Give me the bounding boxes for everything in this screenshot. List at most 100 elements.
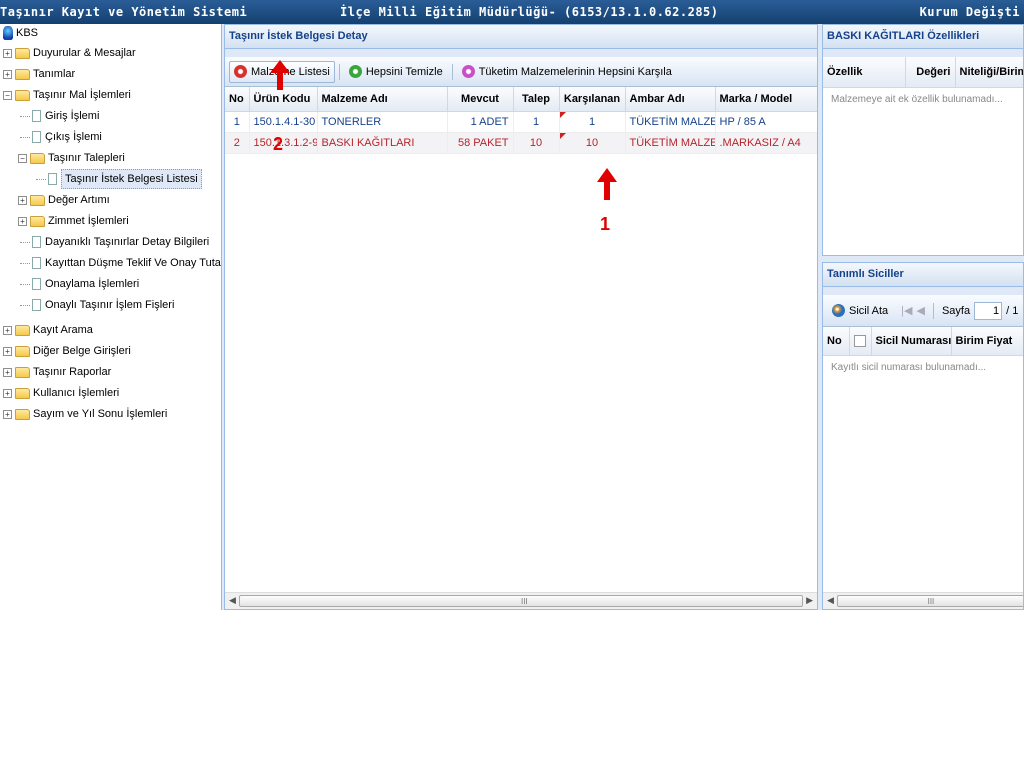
- properties-empty-message: Malzemeye ait ek özellik bulunamadı...: [831, 93, 1003, 105]
- institution-change-link[interactable]: Kurum Değişti: [920, 5, 1020, 19]
- properties-table: Özellik Değeri Niteliği/Birimi: [823, 57, 1023, 88]
- meet-all-consumables-button[interactable]: Tüketim Malzemelerinin Hepsini Karşıla: [457, 61, 677, 83]
- tree-item-dayanikli[interactable]: Dayanıklı Taşınırlar Detay Bilgileri: [20, 233, 209, 251]
- gear-icon: [234, 65, 247, 78]
- expand-icon[interactable]: +: [3, 367, 12, 377]
- scroll-left-icon[interactable]: ◀: [827, 595, 834, 606]
- tree-item-tanimlar[interactable]: + Tanımlar: [3, 65, 75, 83]
- scroll-right-icon[interactable]: ▶: [806, 595, 813, 606]
- properties-panel: BASKI KAĞITLARI Özellikleri Özellik Değe…: [822, 24, 1024, 256]
- tree-item-label: Duyurular & Mesajlar: [33, 47, 136, 59]
- cell-request: 10: [513, 132, 560, 154]
- tree-item-tasinir-talepleri[interactable]: − Taşınır Talepleri: [18, 149, 125, 167]
- scroll-left-icon[interactable]: ◀: [229, 595, 236, 606]
- tree-root-label: KBS: [16, 27, 39, 39]
- page-input[interactable]: [974, 301, 1003, 320]
- top-bar: Taşınır Kayıt ve Yönetim Sistemi İlçe Mi…: [0, 0, 1024, 24]
- material-table: No Ürün Kodu Malzeme Adı Mevcut Talep Ka…: [225, 87, 817, 154]
- tree-item-zimmet[interactable]: + Zimmet İşlemleri: [18, 212, 129, 230]
- folder-icon: [15, 47, 30, 59]
- tree-item-cikis[interactable]: Çıkış İşlemi: [20, 128, 102, 146]
- col-header-unit-price[interactable]: Birim Fiyat: [951, 327, 1023, 356]
- prev-page-icon[interactable]: ◀: [916, 304, 924, 317]
- expand-icon[interactable]: +: [3, 346, 12, 356]
- horizontal-scrollbar[interactable]: ◀ III: [823, 592, 1023, 609]
- folder-icon: [15, 324, 30, 336]
- cell-brand: HP / 85 A: [715, 111, 817, 133]
- col-header-unit[interactable]: Niteliği/Birimi: [955, 57, 1023, 88]
- tree-item-label: Çıkış İşlemi: [45, 131, 102, 143]
- folder-icon: [15, 408, 30, 420]
- collapse-icon[interactable]: −: [3, 90, 12, 100]
- cell-warehouse: TÜKETİM MALZEME...: [625, 132, 716, 154]
- tree-item-label: Zimmet İşlemleri: [48, 215, 129, 227]
- col-header-property[interactable]: Özellik: [823, 57, 906, 88]
- tree-item-istek-belgesi-listesi[interactable]: Taşınır İstek Belgesi Listesi: [36, 169, 202, 189]
- tree-root[interactable]: KBS: [3, 24, 38, 42]
- document-icon: [32, 131, 41, 143]
- col-header-name[interactable]: Malzeme Adı: [317, 87, 448, 112]
- col-header-request[interactable]: Talep: [513, 87, 560, 112]
- navigation-tree: KBS + Duyurular & Mesajlar + Tanımlar − …: [0, 24, 222, 610]
- col-header-no[interactable]: No: [225, 87, 250, 112]
- registry-panel: Tanımlı Siciller Sicil Ata |◀ ◀ Sayfa / …: [822, 262, 1024, 610]
- tree-item-onayli-fisler[interactable]: Onaylı Taşınır İşlem Fişleri: [20, 296, 174, 314]
- app-title: Taşınır Kayıt ve Yönetim Sistemi: [0, 5, 248, 19]
- col-header-warehouse[interactable]: Ambar Adı: [625, 87, 716, 112]
- scrollbar-thumb[interactable]: III: [837, 595, 1023, 607]
- expand-icon[interactable]: +: [3, 48, 12, 58]
- cell-met[interactable]: 1: [559, 111, 626, 133]
- cell-stock: 58 PAKET: [447, 132, 514, 154]
- tree-item-tasinir-mal[interactable]: − Taşınır Mal İşlemleri: [3, 86, 131, 104]
- horizontal-scrollbar[interactable]: ◀ III ▶: [225, 592, 817, 609]
- page-total: / 1: [1006, 304, 1019, 317]
- expand-icon[interactable]: +: [3, 409, 12, 419]
- directorate-title: İlçe Milli Eğitim Müdürlüğü- (6153/13.1.…: [340, 5, 719, 19]
- first-page-icon[interactable]: |◀: [901, 304, 912, 317]
- folder-open-icon: [15, 89, 30, 101]
- tree-item-kayit-arama[interactable]: + Kayıt Arama: [3, 321, 93, 339]
- tree-item-diger-belge[interactable]: + Diğer Belge Girişleri: [3, 342, 131, 360]
- tree-item-raporlar[interactable]: + Taşınır Raporlar: [3, 363, 111, 381]
- assign-registry-button[interactable]: Sicil Ata: [827, 300, 893, 322]
- col-header-value[interactable]: Değeri: [905, 57, 956, 88]
- tree-item-sayim[interactable]: + Sayım ve Yıl Sonu İşlemleri: [3, 405, 167, 423]
- cell-no: 2: [225, 132, 250, 154]
- col-header-registry-number[interactable]: Sicil Numarası: [871, 327, 952, 356]
- folder-icon: [15, 345, 30, 357]
- folder-open-icon: [30, 152, 45, 164]
- annotation-number-two: 2: [273, 134, 284, 154]
- tree-item-kullanici[interactable]: + Kullanıcı İşlemleri: [3, 384, 119, 402]
- tree-item-label: Giriş İşlemi: [45, 110, 100, 122]
- tree-item-deger-artimi[interactable]: + Değer Artımı: [18, 191, 110, 209]
- tree-item-giris[interactable]: Giriş İşlemi: [20, 107, 99, 125]
- tree-item-label: Tanımlar: [33, 68, 76, 80]
- tree-item-label: Sayım ve Yıl Sonu İşlemleri: [33, 408, 168, 420]
- collapse-icon[interactable]: −: [18, 153, 27, 163]
- col-header-brand[interactable]: Marka / Model: [715, 87, 817, 112]
- tree-item-onaylama[interactable]: Onaylama İşlemleri: [20, 275, 139, 293]
- col-header-stock[interactable]: Mevcut: [447, 87, 514, 112]
- expand-icon[interactable]: +: [3, 325, 12, 335]
- table-row[interactable]: 2 150.1.3.1.2-9 BASKI KAĞITLARI 58 PAKET…: [225, 132, 817, 154]
- tree-item-label: Dayanıklı Taşınırlar Detay Bilgileri: [45, 236, 210, 248]
- annotation-arrow-up-icon: [270, 60, 290, 90]
- tree-item-duyurular[interactable]: + Duyurular & Mesajlar: [3, 44, 136, 62]
- select-all-checkbox[interactable]: [849, 327, 872, 356]
- cell-no: 1: [225, 111, 250, 133]
- col-header-no[interactable]: No: [823, 327, 850, 356]
- table-row[interactable]: 1 150.1.4.1-30 TONERLER 1 ADET 1 1 TÜKET…: [225, 111, 817, 133]
- expand-icon[interactable]: +: [18, 195, 27, 205]
- cell-brand: .MARKASIZ / A4: [715, 132, 817, 154]
- expand-icon[interactable]: +: [18, 216, 27, 226]
- clear-all-button[interactable]: Hepsini Temizle: [344, 61, 448, 83]
- expand-icon[interactable]: +: [3, 388, 12, 398]
- document-icon: [48, 173, 57, 185]
- checkbox-icon[interactable]: [853, 334, 866, 347]
- expand-icon[interactable]: +: [3, 69, 12, 79]
- scrollbar-thumb[interactable]: III: [239, 595, 803, 607]
- col-header-met[interactable]: Karşılanan: [559, 87, 626, 112]
- cell-met[interactable]: 10: [559, 132, 626, 154]
- tree-item-label: Kayıt Arama: [33, 324, 93, 336]
- tree-item-kayittan-dusme[interactable]: Kayıttan Düşme Teklif Ve Onay Tutanağı: [20, 254, 221, 272]
